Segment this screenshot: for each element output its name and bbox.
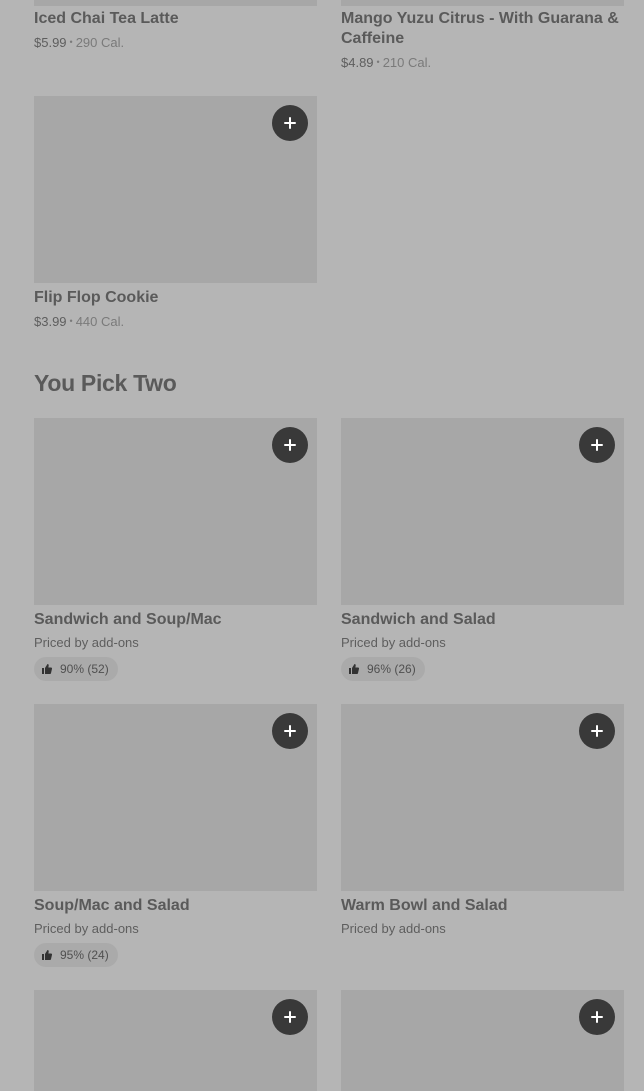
item-calories: 290 Cal. (75, 35, 125, 50)
rating-text: 96% (26) (367, 662, 416, 676)
add-to-cart-button[interactable] (579, 999, 615, 1035)
menu-item-card[interactable]: Warm Bowl and Salad Priced by add-ons (341, 704, 624, 938)
item-image (341, 704, 624, 891)
item-price-note: Priced by add-ons (34, 921, 139, 936)
item-price-note: Priced by add-ons (34, 635, 139, 650)
thumbs-up-icon (42, 664, 53, 674)
separator: • (69, 316, 73, 326)
item-meta: $3.99 • 440 Cal. (34, 312, 317, 331)
plus-icon (284, 117, 296, 129)
add-to-cart-button[interactable] (272, 713, 308, 749)
rating-badge: 90% (52) (34, 657, 118, 681)
add-to-cart-button[interactable] (272, 999, 308, 1035)
menu-item-card[interactable] (341, 990, 624, 1091)
item-meta: $5.99 • 290 Cal. (34, 33, 317, 52)
item-title: Soup/Mac and Salad (34, 897, 190, 914)
rating-badge: 95% (24) (34, 943, 118, 967)
plus-icon (284, 725, 296, 737)
plus-icon (591, 439, 603, 451)
menu-item-card[interactable]: Soup/Mac and Salad Priced by add-ons 95%… (34, 704, 317, 967)
item-image (34, 0, 317, 6)
menu-item-card[interactable]: Flip Flop Cookie $3.99 • 440 Cal. (34, 96, 317, 331)
item-meta: $4.89 • 210 Cal. (341, 53, 624, 72)
menu-item-card[interactable] (34, 990, 317, 1091)
menu-page: Iced Chai Tea Latte $5.99 • 290 Cal. Mango… (0, 0, 644, 1091)
menu-item-card[interactable]: Iced Chai Tea Latte $5.99 • 290 Cal. (34, 0, 317, 52)
separator: • (376, 57, 380, 67)
thumbs-up-icon (42, 950, 53, 960)
separator: • (69, 37, 73, 47)
plus-icon (284, 1011, 296, 1023)
item-price-note: Priced by add-ons (341, 921, 446, 936)
plus-icon (591, 1011, 603, 1023)
add-to-cart-button[interactable] (272, 105, 308, 141)
rating-text: 95% (24) (60, 948, 109, 962)
item-image (341, 0, 624, 6)
section-title: You Pick Two (34, 370, 177, 396)
item-image (34, 96, 317, 283)
item-title: Sandwich and Soup/Mac (34, 611, 222, 628)
item-title: Flip Flop Cookie (34, 289, 159, 306)
item-price: $5.99 (34, 35, 67, 50)
item-title: Warm Bowl and Salad (341, 897, 508, 914)
rating-text: 90% (52) (60, 662, 109, 676)
item-image (341, 990, 624, 1091)
item-price: $3.99 (34, 314, 67, 329)
plus-icon (591, 725, 603, 737)
add-to-cart-button[interactable] (579, 427, 615, 463)
rating-badge: 96% (26) (341, 657, 425, 681)
item-calories: 210 Cal. (382, 55, 432, 70)
item-image (341, 418, 624, 605)
item-image (34, 990, 317, 1091)
add-to-cart-button[interactable] (272, 427, 308, 463)
item-price: $4.89 (341, 55, 374, 70)
item-image (34, 704, 317, 891)
item-calories: 440 Cal. (75, 314, 125, 329)
add-to-cart-button[interactable] (579, 713, 615, 749)
item-title: Sandwich and Salad (341, 611, 496, 628)
thumbs-up-icon (349, 664, 360, 674)
item-image (34, 418, 317, 605)
plus-icon (284, 439, 296, 451)
item-title: Iced Chai Tea Latte (34, 10, 179, 27)
menu-item-card[interactable]: Sandwich and Soup/Mac Priced by add-ons … (34, 418, 317, 681)
menu-item-card[interactable]: Mango Yuzu Citrus - With Guarana & Caffe… (341, 0, 624, 72)
menu-item-card[interactable]: Sandwich and Salad Priced by add-ons 96%… (341, 418, 624, 681)
item-title: Mango Yuzu Citrus - With Guarana & Caffe… (341, 10, 619, 47)
item-price-note: Priced by add-ons (341, 635, 446, 650)
